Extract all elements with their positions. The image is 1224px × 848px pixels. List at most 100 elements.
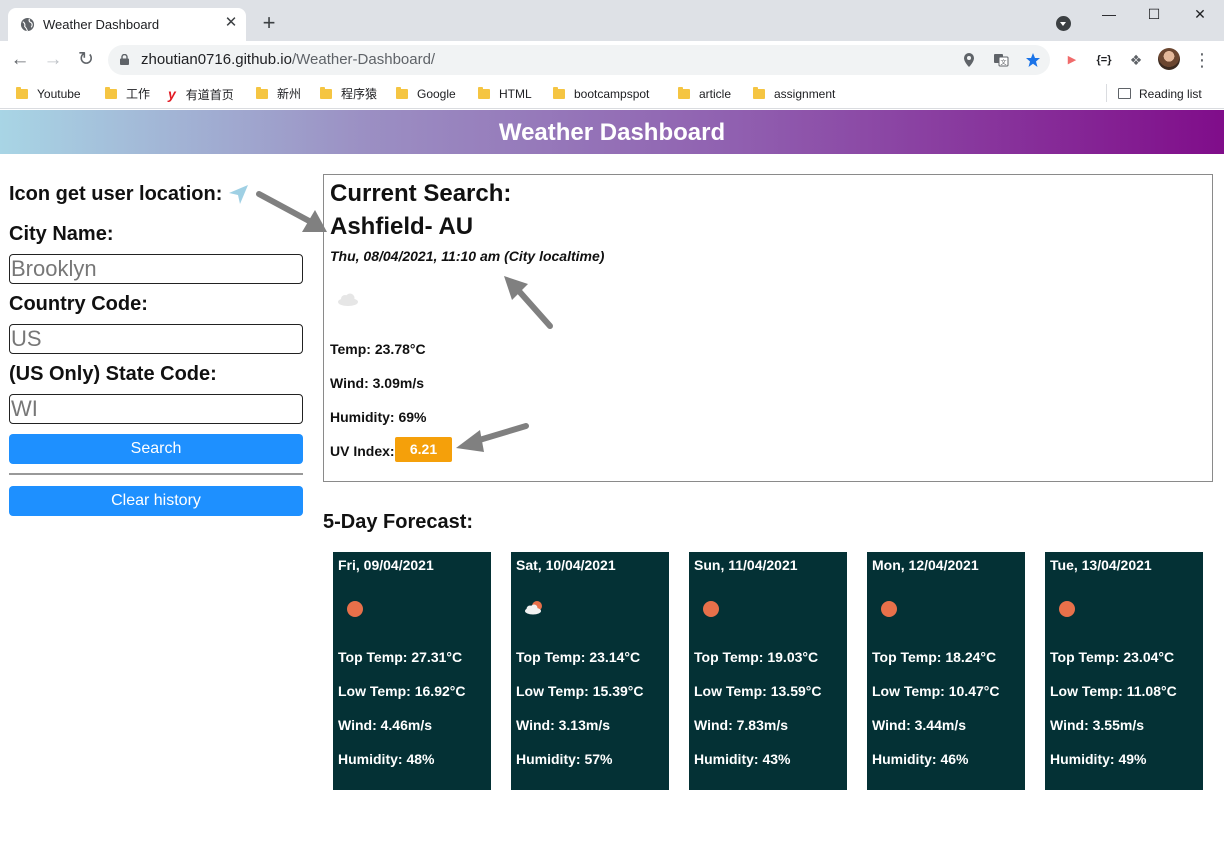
minimize-button[interactable]: — (1094, 4, 1124, 24)
city-input[interactable] (9, 254, 303, 284)
folder-icon (396, 87, 408, 99)
current-datetime: Thu, 08/04/2021, 11:10 am (City localtim… (330, 248, 605, 264)
reading-list-button[interactable]: Reading list (1118, 85, 1202, 103)
page-header: Weather Dashboard (0, 110, 1224, 154)
bookmark-bootcampspot[interactable]: bootcampspot (553, 85, 649, 103)
sun-icon (703, 601, 719, 617)
screen-record-extension-icon[interactable]: ▶ (1064, 52, 1080, 68)
reload-icon[interactable]: ↻ (74, 49, 98, 71)
json-extension-icon[interactable]: {=} (1096, 52, 1112, 68)
tab-title: Weather Dashboard (43, 17, 160, 32)
forecast-date: Fri, 09/04/2021 (338, 557, 434, 573)
bookmark-xinzhou[interactable]: 新州 (256, 85, 301, 103)
bookmark-label: assignment (774, 87, 836, 101)
forecast-top-temp: Top Temp: 23.04°C (1050, 649, 1175, 665)
bookmark-programmer[interactable]: 程序猿 (320, 85, 377, 103)
bookmark-label: bootcampspot (574, 87, 650, 101)
folder-icon (678, 87, 690, 99)
annotation-arrow-icon (456, 423, 529, 452)
country-input[interactable] (9, 324, 303, 354)
forecast-date: Sat, 10/04/2021 (516, 557, 616, 573)
back-arrow-icon[interactable]: ← (8, 49, 32, 71)
clear-history-button[interactable]: Clear history (9, 486, 303, 516)
folder-icon (478, 87, 490, 99)
extensions-puzzle-icon[interactable]: ❖ (1128, 52, 1144, 68)
uv-index-label: UV Index: (330, 443, 395, 459)
bookmark-work[interactable]: 工作 (105, 85, 150, 103)
bookmark-youtube[interactable]: Youtube (16, 85, 81, 103)
forecast-top-temp: Top Temp: 19.03°C (694, 649, 819, 665)
bookmark-assignment[interactable]: assignment (753, 85, 835, 103)
url-path: /Weather-Dashboard/ (291, 51, 436, 68)
browser-tab[interactable]: Weather Dashboard ✕ (8, 8, 246, 41)
forecast-humidity: Humidity: 49% (1050, 751, 1147, 767)
forecast-humidity: Humidity: 48% (338, 751, 435, 767)
location-arrow-icon[interactable] (227, 183, 249, 205)
forecast-low-temp: Low Temp: 15.39°C (516, 683, 644, 699)
state-label: (US Only) State Code: (9, 363, 217, 385)
menu-kebab-icon[interactable]: ⋮ (1192, 50, 1212, 70)
tab-strip: Weather Dashboard ✕ + — ☐ ✕ (0, 0, 1224, 41)
bookmark-youdao[interactable]: y 有道首页 (168, 85, 234, 103)
current-city: Ashfield- AU (330, 213, 474, 240)
forecast-wind: Wind: 7.83m/s (694, 717, 789, 733)
city-label: City Name: (9, 223, 114, 245)
search-button[interactable]: Search (9, 434, 303, 464)
bookmarks-bar: Youtube 工作 y 有道首页 新州 程序猿 Google HTML boot… (0, 79, 1224, 109)
current-search-heading: Current Search: (330, 180, 512, 207)
forecast-card: Tue, 13/04/2021 Top Temp: 23.04°C Low Te… (1045, 552, 1203, 790)
uv-index-badge: 6.21 (395, 437, 452, 462)
forecast-top-temp: Top Temp: 18.24°C (872, 649, 997, 665)
bookmark-html[interactable]: HTML (478, 85, 532, 103)
bookmark-label: 有道首页 (185, 88, 234, 102)
url-text: zhoutian0716.github.io/Weather-Dashboard… (141, 51, 435, 68)
sun-icon (1059, 601, 1075, 617)
forecast-top-temp: Top Temp: 27.31°C (338, 649, 463, 665)
forward-arrow-icon[interactable]: → (41, 49, 65, 71)
annotation-arrow-icon (504, 276, 553, 329)
bookmark-label: Google (417, 87, 456, 101)
browser-toolbar: ← → ↻ zhoutian0716.github.io/Weather-Das… (0, 41, 1224, 79)
folder-icon (16, 87, 28, 99)
forecast-date: Mon, 12/04/2021 (872, 557, 979, 573)
forecast-low-temp: Low Temp: 13.59°C (694, 683, 822, 699)
bookmark-star-icon[interactable] (1025, 52, 1041, 68)
forecast-low-temp: Low Temp: 11.08°C (1050, 683, 1177, 699)
window-close-button[interactable]: ✕ (1185, 4, 1215, 24)
location-pin-icon[interactable] (961, 52, 977, 68)
bookmark-article[interactable]: article (678, 85, 731, 103)
partly-cloudy-icon (525, 601, 542, 615)
current-wind: Wind: 3.09m/s (330, 375, 425, 391)
forecast-low-temp: Low Temp: 10.47°C (872, 683, 1000, 699)
reading-list-label: Reading list (1139, 87, 1202, 101)
profile-avatar[interactable] (1158, 48, 1180, 70)
cloud-icon (338, 293, 358, 306)
bookmark-google[interactable]: Google (396, 85, 456, 103)
youdao-icon: y (168, 86, 176, 102)
folder-icon (105, 87, 117, 99)
forecast-card: Sun, 11/04/2021 Top Temp: 19.03°C Low Te… (689, 552, 847, 790)
close-tab-icon[interactable]: ✕ (222, 14, 240, 32)
annotation-arrow-icon (256, 191, 327, 232)
folder-icon (256, 87, 268, 99)
tab-search-icon[interactable] (1056, 16, 1071, 31)
bookmark-label: 程序猿 (341, 87, 378, 101)
url-host: zhoutian0716.github.io (141, 51, 292, 68)
address-bar[interactable]: zhoutian0716.github.io/Weather-Dashboard… (108, 45, 1050, 75)
forecast-card: Fri, 09/04/2021 Top Temp: 27.31°C Low Te… (333, 552, 491, 790)
globe-icon (20, 17, 35, 32)
forecast-heading: 5-Day Forecast: (323, 511, 474, 533)
new-tab-button[interactable]: + (258, 12, 280, 34)
svg-text:文: 文 (1000, 59, 1006, 67)
current-temp: Temp: 23.78°C (330, 341, 426, 357)
forecast-wind: Wind: 3.55m/s (1050, 717, 1145, 733)
sidebar-divider (9, 473, 303, 475)
forecast-wind: Wind: 3.44m/s (872, 717, 967, 733)
state-input[interactable] (9, 394, 303, 424)
maximize-button[interactable]: ☐ (1139, 4, 1169, 24)
forecast-humidity: Humidity: 57% (516, 751, 613, 767)
reading-list-icon (1118, 88, 1131, 99)
translate-icon[interactable]: 文 (993, 52, 1009, 68)
folder-icon (320, 87, 332, 99)
folder-icon (753, 87, 765, 99)
